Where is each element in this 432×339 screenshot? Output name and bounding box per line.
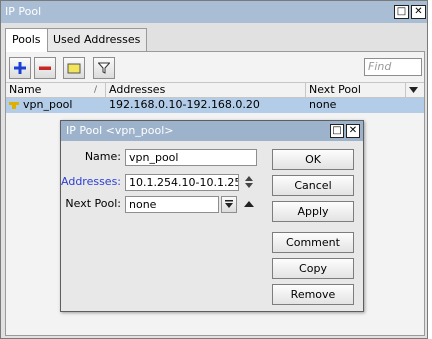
filter-button[interactable] <box>93 57 115 79</box>
plus-icon <box>14 62 26 74</box>
remove-dialog-button[interactable]: Remove <box>272 284 354 305</box>
dialog-maximize-button[interactable]: □ <box>330 124 344 138</box>
next-pool-select[interactable]: none <box>125 196 219 213</box>
addresses-spinner[interactable] <box>242 174 256 190</box>
ok-button[interactable]: OK <box>272 149 354 170</box>
triangle-up-icon <box>244 201 254 207</box>
filter-icon <box>98 62 110 74</box>
up-down-arrows-icon <box>245 176 253 188</box>
dialog-title: IP Pool <vpn_pool> <box>66 124 174 137</box>
addresses-label[interactable]: Addresses: <box>61 174 121 190</box>
row-addresses: 192.168.0.10-192.168.0.20 <box>109 98 260 111</box>
row-next-pool: none <box>309 98 337 111</box>
tab-used-addresses[interactable]: Used Addresses <box>46 28 148 51</box>
copy-button[interactable]: Copy <box>272 258 354 279</box>
column-name-label: Name <box>9 83 42 96</box>
ip-pool-dialog: IP Pool <vpn_pool> □ ✕ Name: vpn_pool Ad… <box>60 120 364 312</box>
column-chooser-button[interactable] <box>406 83 424 98</box>
maximize-button[interactable]: □ <box>394 5 409 19</box>
close-icon: ✕ <box>348 125 358 136</box>
column-addresses-header[interactable]: Addresses <box>106 83 306 98</box>
column-name-header[interactable]: Name / <box>6 83 106 98</box>
maximize-icon: □ <box>332 125 342 136</box>
cancel-button[interactable]: Cancel <box>272 175 354 196</box>
addresses-field[interactable]: 10.1.254.10-10.1.254.2 <box>125 174 239 191</box>
sort-icon: / <box>94 85 98 95</box>
apply-button[interactable]: Apply <box>272 201 354 222</box>
add-button[interactable] <box>9 57 31 79</box>
column-next-pool-header[interactable]: Next Pool <box>306 83 406 98</box>
window-title-bar[interactable]: IP Pool □ ✕ <box>1 1 427 23</box>
comment-button[interactable]: Comment <box>272 232 354 253</box>
find-input[interactable]: Find <box>364 58 422 76</box>
next-pool-up-button[interactable] <box>242 196 256 212</box>
window-title: IP Pool <box>5 5 42 18</box>
remove-button[interactable] <box>34 57 56 79</box>
note-icon <box>67 63 81 74</box>
next-pool-label: Next Pool: <box>65 197 121 210</box>
table-row[interactable]: vpn_pool 192.168.0.10-192.168.0.20 none <box>6 98 424 113</box>
chevron-down-icon <box>409 87 418 93</box>
row-name: vpn_pool <box>23 98 73 111</box>
name-label: Name: <box>84 150 121 163</box>
dialog-title-bar[interactable]: IP Pool <vpn_pool> □ ✕ <box>61 121 363 141</box>
maximize-icon: □ <box>396 6 407 17</box>
close-button[interactable]: ✕ <box>411 5 426 19</box>
minus-icon <box>39 66 51 70</box>
next-pool-dropdown-button[interactable] <box>221 196 237 213</box>
pool-icon <box>9 102 19 109</box>
tab-pools[interactable]: Pools <box>5 28 48 52</box>
comment-toolbar-button[interactable] <box>63 57 85 79</box>
dialog-close-button[interactable]: ✕ <box>346 124 360 138</box>
name-field[interactable]: vpn_pool <box>125 149 257 166</box>
chevron-down-icon <box>225 200 233 208</box>
table-header: Name / Addresses Next Pool <box>6 82 424 98</box>
close-icon: ✕ <box>414 6 423 17</box>
